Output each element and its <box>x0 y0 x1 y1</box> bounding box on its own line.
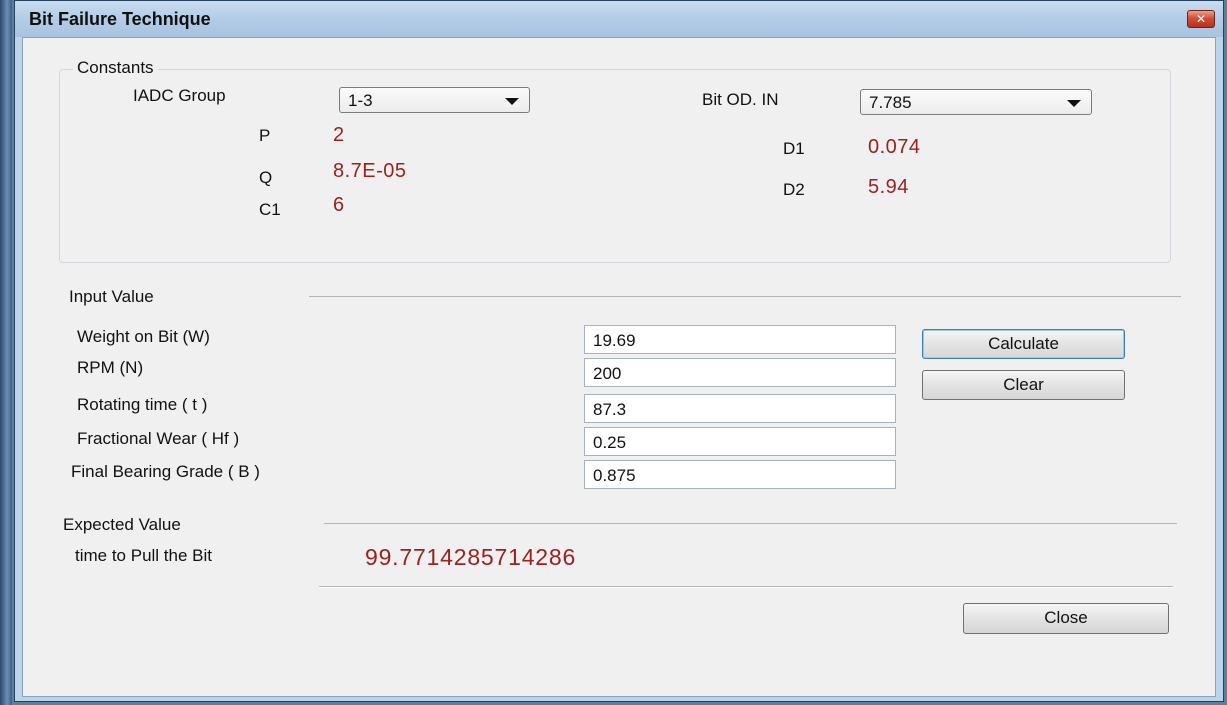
close-button[interactable]: Close <box>963 603 1169 634</box>
bottom-divider-highlight <box>319 587 1173 588</box>
input-value-heading: Input Value <box>69 287 154 306</box>
iadc-group-select[interactable]: 1-3 <box>339 87 530 113</box>
fractional-wear-label: Fractional Wear ( Hf ) <box>77 429 240 448</box>
d2-label: D2 <box>783 180 805 199</box>
bit-failure-window: Bit Failure Technique ✕ Constants IADC G… <box>14 0 1224 702</box>
window-title: Bit Failure Technique <box>29 9 211 29</box>
desktop-background <box>0 0 12 705</box>
time-to-pull-label: time to Pull the Bit <box>75 546 213 565</box>
q-label: Q <box>259 168 273 187</box>
clear-button[interactable]: Clear <box>922 370 1125 400</box>
rpm-input[interactable]: 200 <box>584 358 896 387</box>
rotating-time-input[interactable]: 87.3 <box>584 394 896 423</box>
c1-value: 6 <box>333 194 345 216</box>
iadc-group-value: 1-3 <box>348 91 373 110</box>
c1-label: C1 <box>259 200 281 219</box>
expected-section-divider <box>324 523 1177 524</box>
bit-od-select[interactable]: 7.785 <box>860 89 1092 115</box>
weight-on-bit-input[interactable]: 19.69 <box>584 325 896 354</box>
fractional-wear-input[interactable]: 0.25 <box>584 427 896 456</box>
d1-value: 0.074 <box>868 136 921 158</box>
dialog-client-area: Constants IADC Group 1-3 Bit OD. IN 7.78… <box>22 37 1216 697</box>
chevron-down-icon <box>1067 100 1081 107</box>
input-section-divider <box>309 296 1181 297</box>
close-icon: ✕ <box>1195 12 1207 26</box>
calculate-button[interactable]: Calculate <box>922 329 1125 359</box>
window-close-button[interactable]: ✕ <box>1187 10 1215 28</box>
d1-label: D1 <box>783 139 805 158</box>
p-value: 2 <box>333 124 345 146</box>
title-bar[interactable]: Bit Failure Technique ✕ <box>15 1 1223 37</box>
q-value: 8.7E-05 <box>333 160 407 182</box>
p-label: P <box>259 126 271 145</box>
expected-value-heading: Expected Value <box>63 515 181 534</box>
final-bearing-grade-label: Final Bearing Grade ( B ) <box>71 462 260 481</box>
final-bearing-grade-input[interactable]: 0.875 <box>584 460 896 489</box>
bit-od-value: 7.785 <box>869 93 912 112</box>
d2-value: 5.94 <box>868 176 909 198</box>
weight-on-bit-label: Weight on Bit (W) <box>77 327 210 346</box>
time-to-pull-value: 99.7714285714286 <box>365 544 577 570</box>
rpm-label: RPM (N) <box>77 358 144 377</box>
iadc-group-label: IADC Group <box>133 86 226 105</box>
chevron-down-icon <box>505 98 519 105</box>
bit-od-label: Bit OD. IN <box>702 90 779 109</box>
constants-legend: Constants <box>73 58 158 78</box>
rotating-time-label: Rotating time ( t ) <box>77 395 208 414</box>
